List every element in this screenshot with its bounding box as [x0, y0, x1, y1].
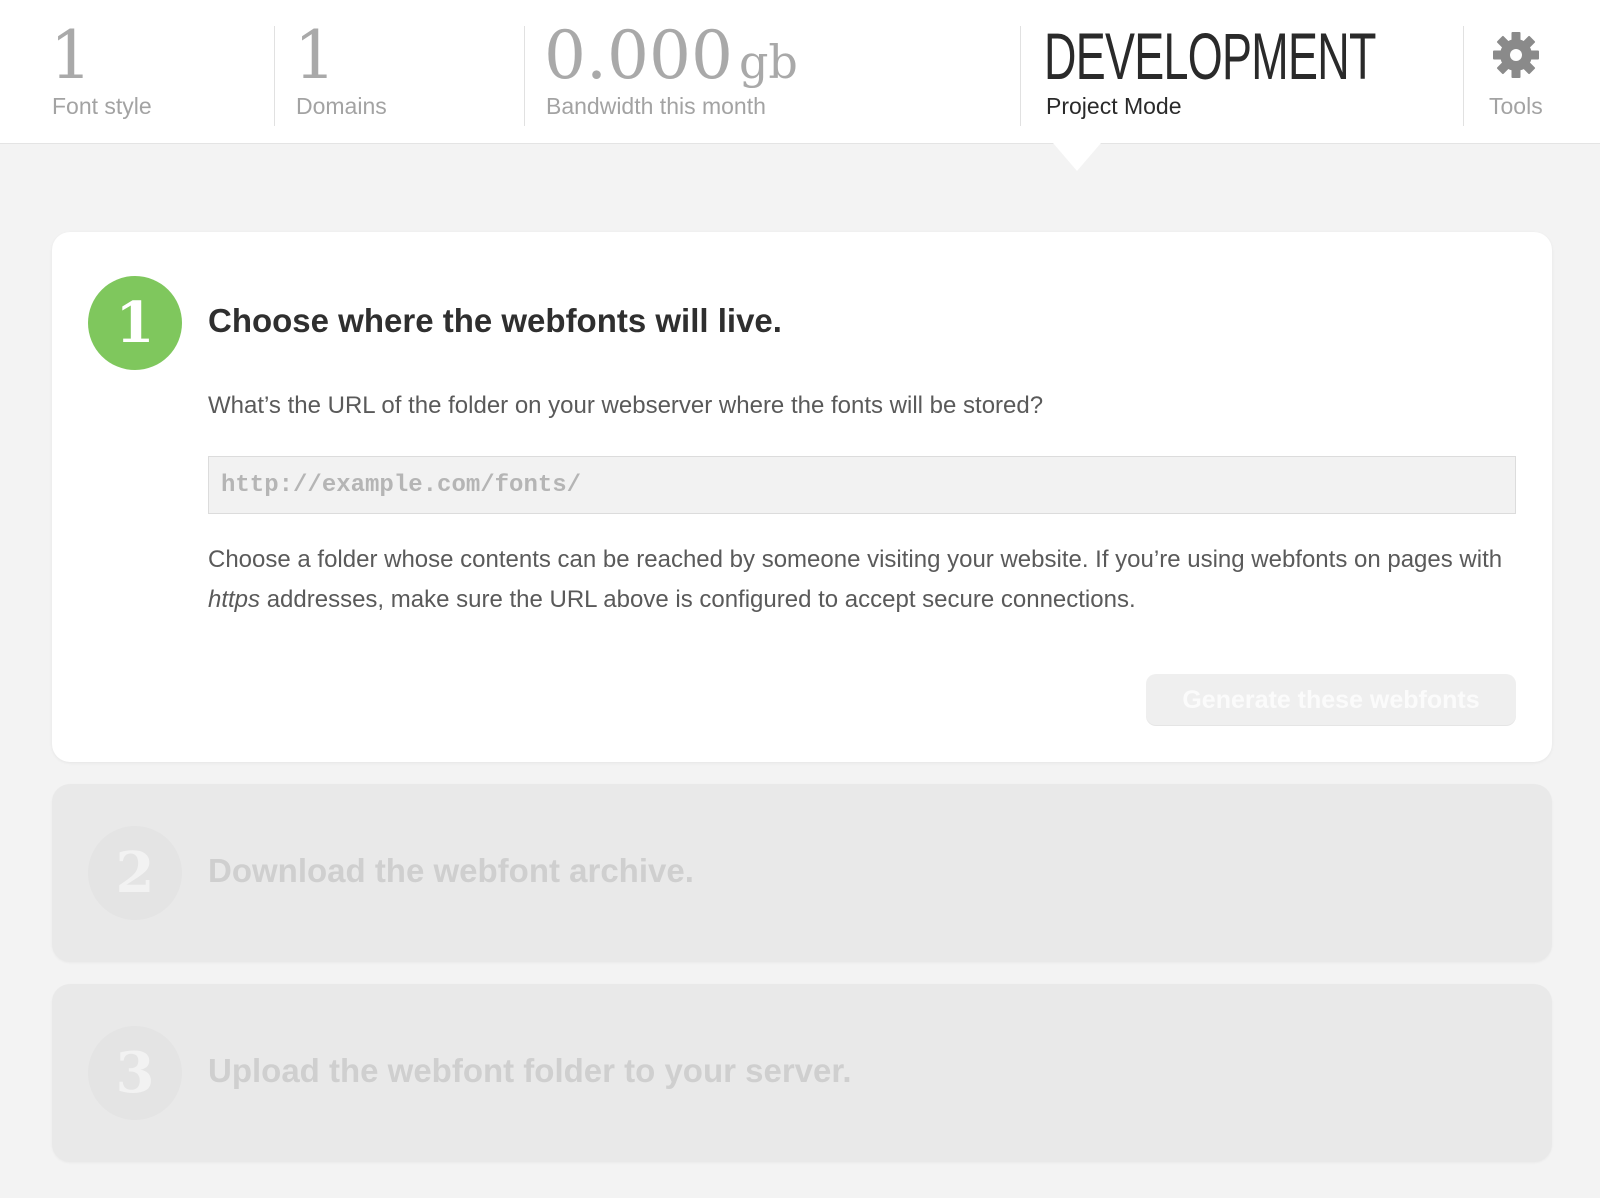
- divider: [1463, 26, 1464, 126]
- bandwidth-number: 0.000: [544, 17, 733, 94]
- step-3-title: Upload the webfont folder to your server…: [208, 1052, 852, 1089]
- divider: [274, 26, 275, 126]
- mode-pointer-arrow: [1053, 143, 1101, 171]
- bandwidth-unit: gb: [738, 35, 798, 89]
- step-1-number: 1: [88, 276, 182, 370]
- step-2-title: Download the webfont archive.: [208, 852, 694, 889]
- help-text-end: addresses, make sure the URL above is co…: [260, 586, 1136, 613]
- stats-header: 1 Font style 1 Domains 0.000 gb Bandwidth…: [0, 0, 1600, 144]
- tools-button[interactable]: Tools: [1465, 0, 1575, 143]
- url-question: What’s the URL of the folder on your web…: [208, 392, 1044, 419]
- font-style-label: Font style: [52, 93, 152, 119]
- step-2-number: 2: [88, 826, 182, 920]
- project-mode-value: DEVELOPMENT: [1044, 19, 1376, 93]
- bandwidth-value: 0.000 gb: [544, 18, 798, 100]
- font-style-count: 1: [50, 17, 92, 94]
- generate-webfonts-button[interactable]: Generate these webfonts: [1146, 674, 1516, 726]
- gear-icon: [1493, 32, 1539, 78]
- divider: [524, 26, 525, 126]
- step-3-card: 3 Upload the webfont folder to your serv…: [52, 984, 1552, 1162]
- step-1-title: Choose where the webfonts will live.: [208, 302, 782, 339]
- folder-help-text: Choose a folder whose contents can be re…: [208, 540, 1518, 620]
- help-text-start: Choose a folder whose contents can be re…: [208, 546, 1503, 573]
- domains-count: 1: [294, 17, 336, 94]
- domains-label: Domains: [296, 93, 387, 119]
- divider: [1020, 26, 1021, 126]
- tools-label: Tools: [1489, 93, 1543, 119]
- step-1-card: 1 Choose where the webfonts will live. W…: [52, 232, 1552, 762]
- font-folder-url-input[interactable]: [208, 456, 1516, 514]
- bandwidth-label: Bandwidth this month: [546, 93, 766, 119]
- step-3-number: 3: [88, 1026, 182, 1120]
- step-2-card: 2 Download the webfont archive.: [52, 784, 1552, 962]
- https-emphasis: https: [208, 586, 261, 613]
- project-mode-label: Project Mode: [1046, 93, 1182, 119]
